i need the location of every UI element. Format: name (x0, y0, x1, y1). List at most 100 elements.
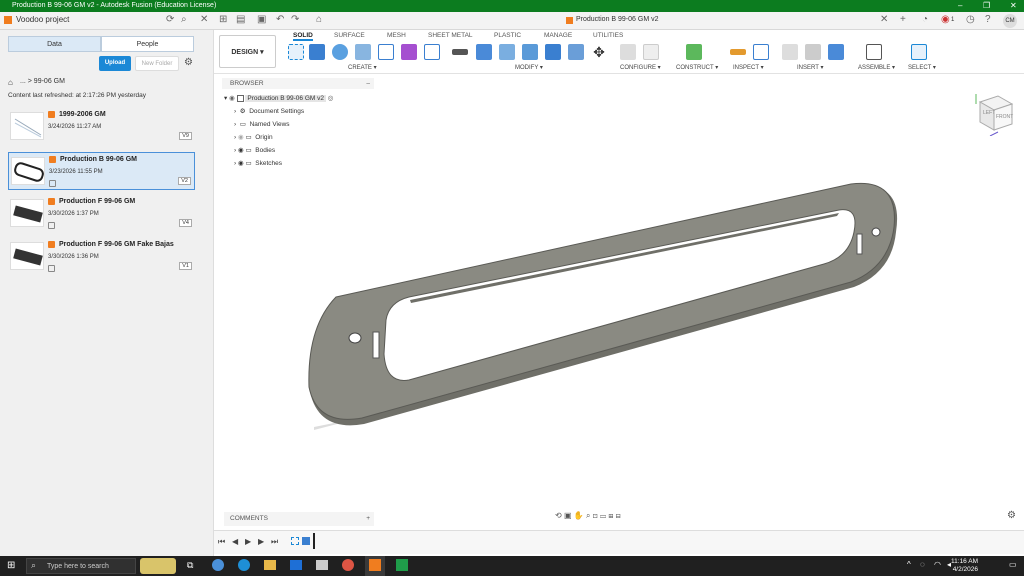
create-sketch-icon[interactable] (288, 44, 304, 60)
group-configure[interactable]: CONFIGURE ▾ (620, 64, 661, 71)
browser-item-document-settings[interactable]: › ⚙ Document Settings (234, 107, 304, 115)
comments-panel[interactable]: COMMENTS + (224, 512, 374, 526)
configure-icon[interactable] (620, 44, 636, 60)
timeline-end-icon[interactable]: ⏭ (271, 537, 278, 547)
search-icon[interactable]: ⌕ (181, 14, 187, 25)
close-tab-icon[interactable]: ✕ (880, 14, 888, 25)
sketch-feature-icon[interactable] (291, 537, 299, 545)
version-badge[interactable]: V1 (179, 262, 192, 270)
select-icon[interactable] (911, 44, 927, 60)
browser-item-bodies[interactable]: › ◉ ▭ Bodies (234, 146, 275, 154)
add-comment-icon[interactable]: + (366, 512, 370, 526)
create-form-icon[interactable] (401, 44, 417, 60)
tab-people[interactable]: People (101, 36, 194, 52)
group-assemble[interactable]: ASSEMBLE ▾ (858, 64, 895, 71)
app-green-icon[interactable] (396, 559, 408, 571)
extrude-icon[interactable] (309, 44, 325, 60)
grid-settings-icon[interactable]: ⊞ (608, 511, 613, 520)
display-settings-icon[interactable]: ▭ (600, 511, 606, 520)
chamfer-icon[interactable] (499, 44, 515, 60)
file-name[interactable]: Production B 99-06 GM (60, 156, 137, 163)
close-panel-icon[interactable]: ✕ (200, 14, 208, 25)
upload-button[interactable]: Upload (99, 56, 131, 71)
browser-item-origin[interactable]: › ◉ ▭ Origin (234, 133, 273, 141)
document-tab[interactable]: Production B 99-06 GM v2 (576, 16, 659, 23)
version-badge[interactable]: V4 (179, 219, 192, 227)
browser-root-label[interactable]: Production B 99-06 GM v2 (245, 95, 326, 102)
windows-start-icon[interactable]: ⊞ (7, 560, 15, 571)
undo-icon[interactable]: ↶ (276, 14, 284, 25)
collapse-icon[interactable]: – (366, 78, 370, 89)
timeline-play-icon[interactable]: ▶ (245, 537, 251, 546)
browser-header[interactable]: BROWSER – (222, 78, 374, 89)
home-icon[interactable]: ⌂ (316, 14, 322, 25)
file-explorer-icon[interactable] (264, 560, 276, 570)
file-menu-icon[interactable]: ▤ (236, 14, 245, 25)
new-tab-icon[interactable]: + (900, 14, 906, 25)
tab-plastic[interactable]: PLASTIC (494, 32, 521, 39)
zoom-icon[interactable]: ⌕ (586, 511, 590, 520)
gear-icon[interactable]: ⚙ (184, 57, 193, 68)
tray-chevron-icon[interactable]: ^ (907, 560, 911, 569)
copilot-icon[interactable] (212, 559, 224, 571)
breadcrumb[interactable]: ... > 99-06 GM (20, 78, 65, 85)
tab-manage[interactable]: MANAGE (544, 32, 572, 39)
visibility-icon[interactable]: ◉ (238, 160, 244, 167)
tab-mesh[interactable]: MESH (387, 32, 406, 39)
tab-surface[interactable]: SURFACE (334, 32, 365, 39)
chrome-icon[interactable] (342, 559, 354, 571)
tab-sheet-metal[interactable]: SHEET METAL (428, 32, 473, 39)
user-avatar[interactable]: CM (1003, 14, 1017, 28)
insert-derive-icon[interactable] (782, 44, 798, 60)
close-icon[interactable]: ✕ (1010, 0, 1017, 12)
home-icon[interactable]: ⌂ (8, 78, 13, 87)
tab-solid[interactable]: SOLID (293, 32, 313, 41)
project-name[interactable]: Voodoo project (16, 15, 69, 24)
hole-icon[interactable] (355, 44, 371, 60)
measure-icon[interactable] (730, 49, 746, 55)
viewports-icon[interactable]: ⊟ (616, 511, 621, 520)
notifications-center-icon[interactable]: ▭ (1009, 560, 1017, 569)
mail-icon[interactable] (290, 560, 302, 570)
visibility-off-icon[interactable]: ◉ (238, 134, 244, 141)
insert-canvas-icon[interactable] (828, 44, 844, 60)
shell-icon[interactable] (522, 44, 538, 60)
offset-plane-icon[interactable] (686, 44, 702, 60)
maximize-icon[interactable]: ❐ (983, 0, 990, 12)
tab-data[interactable]: Data (8, 36, 101, 52)
group-inspect[interactable]: INSPECT ▾ (733, 64, 764, 71)
timeline-next-icon[interactable]: ▶ (258, 537, 264, 546)
file-name[interactable]: 1999-2006 GM (59, 111, 106, 118)
timeline-prev-icon[interactable]: ◀ (232, 537, 238, 546)
file-name[interactable]: Production F 99-06 GM Fake Bajas (59, 241, 174, 248)
pan-icon[interactable]: ✋ (574, 511, 584, 520)
wifi-icon[interactable]: ◠ (934, 560, 941, 569)
file-item[interactable]: Production F 99-06 GM Fake Bajas 3/30/20… (8, 238, 195, 276)
group-select[interactable]: SELECT ▾ (908, 64, 936, 71)
look-at-icon[interactable]: ▣ (564, 511, 572, 520)
group-insert[interactable]: INSERT ▾ (797, 64, 823, 71)
timeline-start-icon[interactable]: ⏮ (218, 537, 225, 547)
settings-gear-icon[interactable]: ⚙ (1007, 510, 1016, 521)
tab-utilities[interactable]: UTILITIES (593, 32, 623, 39)
table-icon[interactable] (643, 44, 659, 60)
store-icon[interactable] (316, 560, 328, 570)
fillet-icon[interactable] (476, 44, 492, 60)
file-item[interactable]: Production F 99-06 GM 3/30/2026 1:37 PM … (8, 195, 195, 233)
minimize-icon[interactable]: – (958, 0, 962, 12)
online-status-icon[interactable]: ◔ (922, 14, 928, 25)
save-icon[interactable]: ▣ (257, 14, 266, 25)
group-modify[interactable]: MODIFY ▾ (515, 64, 543, 71)
combine-icon[interactable] (545, 44, 561, 60)
workspace-design-button[interactable]: DESIGN ▾ (219, 35, 276, 68)
taskbar-search[interactable]: Type here to search (26, 558, 136, 574)
offset-face-icon[interactable] (568, 44, 584, 60)
version-badge[interactable]: V9 (179, 132, 192, 140)
timeline-marker[interactable] (313, 533, 315, 549)
new-folder-button[interactable]: New Folder (135, 56, 179, 71)
version-badge[interactable]: V2 (178, 177, 191, 185)
revolve-icon[interactable] (332, 44, 348, 60)
refresh-icon[interactable]: ⟳ (166, 14, 174, 25)
widget-weather-icon[interactable] (140, 558, 176, 574)
joint-icon[interactable] (424, 44, 440, 60)
